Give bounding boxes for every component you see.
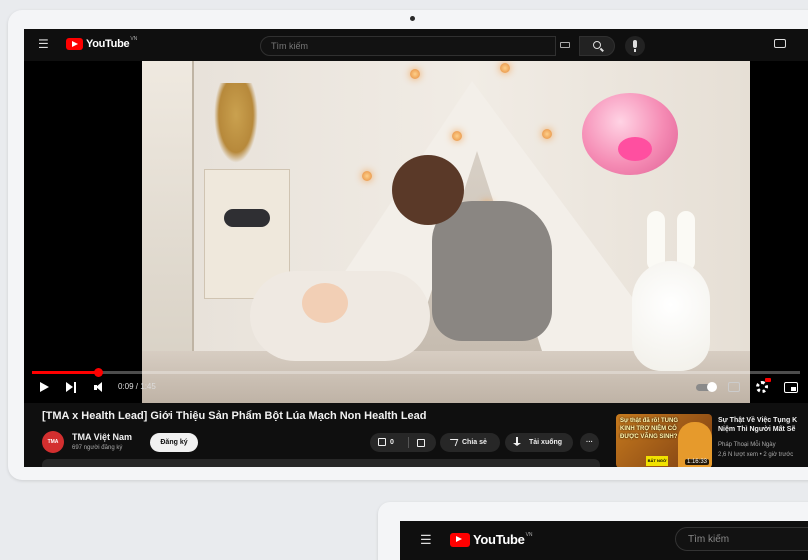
keyboard-icon[interactable] <box>560 42 570 48</box>
up-next-thumbnail[interactable]: Sự thật đã rõ! TUNG KINH TRỢ NIỆM CÓ ĐƯỢ… <box>616 414 712 467</box>
video-player[interactable]: 0:09 / 1:45 <box>24 61 808 403</box>
search-input[interactable]: Tìm kiếm <box>260 36 556 56</box>
youtube-window: ☰ YouTube VN Tìm kiếm 0:09 / 1:45 [TMA x… <box>24 29 808 467</box>
download-button[interactable]: Tải xuống <box>505 433 573 452</box>
video-scene-baby <box>302 283 348 323</box>
channel-name[interactable]: TMA Việt Nam <box>72 432 132 442</box>
video-scene-woman <box>432 201 552 341</box>
captions-icon[interactable] <box>728 382 740 392</box>
dislike-icon[interactable] <box>417 439 425 447</box>
thumbnail-badge: BẤT NGỜ <box>646 456 668 466</box>
thumbnail-text: Sự thật đã rõ! TUNG KINH TRỢ NIỆM CÓ ĐƯỢ… <box>620 418 679 440</box>
miniplayer-icon[interactable] <box>784 382 798 393</box>
divider <box>408 437 409 448</box>
youtube-logo-icon <box>450 532 470 547</box>
mic-icon[interactable] <box>625 36 645 56</box>
video-title: [TMA x Health Lead] Giới Thiệu Sản Phẩm … <box>42 410 427 422</box>
hd-badge <box>765 378 771 382</box>
video-scene-pig-snout <box>618 137 652 161</box>
logo-text: YouTube <box>86 38 130 50</box>
like-dislike-group: 0 <box>370 433 436 452</box>
play-icon[interactable] <box>40 382 49 392</box>
logo-text: YouTube <box>473 532 525 547</box>
progress-scrubber[interactable] <box>94 368 104 377</box>
search-input[interactable]: Tìm kiếm <box>675 527 808 551</box>
video-scene-pig-balloon <box>582 93 678 175</box>
description-box[interactable] <box>42 459 600 467</box>
webcam-dot <box>410 16 415 21</box>
up-next-title-line: Sự Thật Về Việc Tụng K <box>718 417 798 424</box>
youtube-logo-icon <box>66 38 83 50</box>
up-next-channel[interactable]: Pháp Thoại Mỗi Ngày <box>718 442 776 448</box>
menu-icon[interactable]: ☰ <box>38 37 49 51</box>
video-scene-wheat <box>214 83 258 163</box>
volume-icon[interactable] <box>94 382 106 393</box>
up-next-meta: 2,6 N lượt xem • 2 giờ trước <box>718 452 794 458</box>
video-scene-shelf <box>142 61 194 361</box>
video-scene-cloud <box>224 209 270 227</box>
time-display: 0:09 / 1:45 <box>118 382 156 391</box>
second-youtube-window: ☰ YouTube VN Tìm kiếm <box>400 521 808 560</box>
youtube-logo[interactable]: YouTube VN <box>66 36 138 50</box>
share-label: Chia sẻ <box>462 439 487 446</box>
progress-bar[interactable] <box>32 368 800 377</box>
region-label: VN <box>525 531 533 538</box>
autoplay-toggle-icon[interactable] <box>696 382 717 392</box>
create-icon[interactable] <box>774 39 786 48</box>
next-icon[interactable] <box>66 382 76 393</box>
search-icon <box>593 41 601 49</box>
video-frame[interactable] <box>142 61 750 403</box>
settings-icon[interactable] <box>756 381 768 393</box>
more-actions-button[interactable]: ··· <box>580 433 599 452</box>
video-scene-woman-hair <box>392 155 464 225</box>
subscriber-count: 697 người đăng ký <box>72 445 123 451</box>
avatar[interactable]: TMA <box>42 431 64 453</box>
up-next-title[interactable]: Sự Thật Về Việc Tụng K Niệm Thì Người Mấ… <box>718 416 808 434</box>
share-button[interactable]: Chia sẻ <box>440 433 500 452</box>
youtube-logo[interactable]: YouTube VN <box>450 532 533 547</box>
duration-badge: 1:16:33 <box>684 459 709 465</box>
up-next-title-line: Niệm Thì Người Mất Sẽ <box>718 426 796 433</box>
video-scene-bunny-lamp <box>632 261 710 371</box>
search-button[interactable] <box>579 36 615 56</box>
avatar-text: TMA <box>47 439 59 445</box>
region-label: VN <box>130 36 138 42</box>
download-icon <box>513 437 521 446</box>
progress-fill <box>32 371 99 374</box>
download-label: Tải xuống <box>529 439 563 446</box>
like-icon[interactable] <box>378 438 386 446</box>
menu-icon[interactable]: ☰ <box>420 533 432 547</box>
subscribe-button[interactable]: Đăng ký <box>150 433 198 452</box>
masthead: ☰ YouTube VN Tìm kiếm <box>24 29 808 61</box>
like-count[interactable]: 0 <box>390 433 394 452</box>
share-icon <box>447 439 459 446</box>
